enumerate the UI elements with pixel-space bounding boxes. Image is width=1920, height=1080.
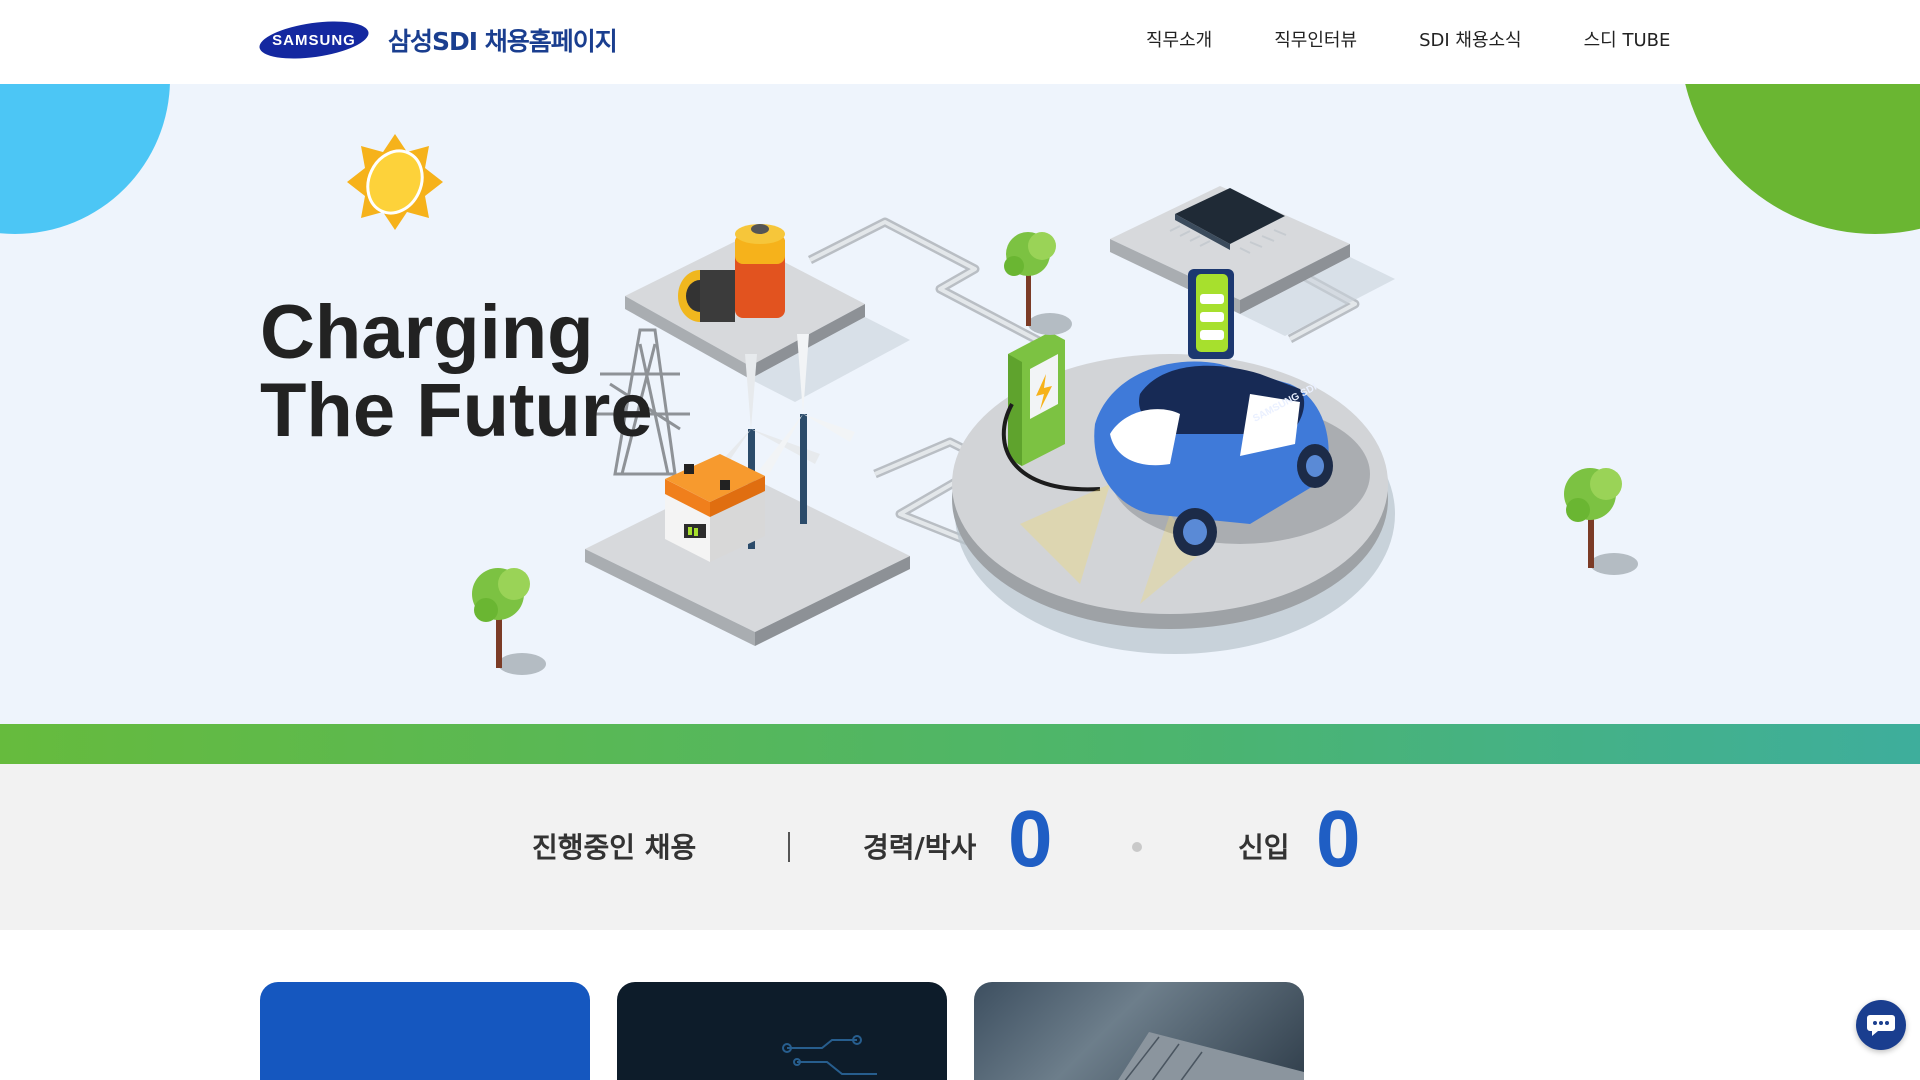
tree-icon-1 <box>1004 232 1072 335</box>
circuit-pattern-image <box>782 1035 877 1075</box>
recruit-status-bar: 진행중인 채용 경력/박사 0 신입 0 <box>0 764 1920 930</box>
site-title: 삼성SDI 채용홈페이지 <box>388 27 618 56</box>
sun-icon <box>347 134 443 230</box>
home-logo-link[interactable]: SAMSUNG 삼성SDI 채용홈페이지 <box>258 20 618 60</box>
career-recruit-count[interactable]: 0 <box>1008 794 1053 884</box>
hero-title: Charging The Future <box>260 294 653 450</box>
content-card-2[interactable] <box>617 982 947 1080</box>
chip-platform <box>1110 186 1395 336</box>
stats-dot-separator <box>1132 842 1142 852</box>
new-recruit-count[interactable]: 0 <box>1316 794 1361 884</box>
gradient-band <box>0 724 1920 764</box>
content-card-3[interactable] <box>974 982 1304 1080</box>
samsung-logo-text: SAMSUNG <box>272 32 356 49</box>
nav-item-sdi-tube[interactable]: 스디 TUBE <box>1584 26 1671 52</box>
samsung-logo: SAMSUNG <box>258 20 370 60</box>
chip-photo-image <box>1118 1032 1304 1080</box>
nav-item-recruit-news[interactable]: SDI 채용소식 <box>1419 26 1522 52</box>
nav-item-job-intro[interactable]: 직무소개 <box>1146 26 1212 52</box>
hero-title-line2: The Future <box>260 368 653 453</box>
hero-banner: SAMSUNG SDI Charging The Future <box>0 84 1920 724</box>
stats-divider <box>788 832 790 862</box>
chatbot-button[interactable] <box>1856 1000 1906 1050</box>
new-recruit-label[interactable]: 신입 <box>1238 826 1290 866</box>
main-nav: 직무소개 직무인터뷰 SDI 채용소식 스디 TUBE <box>1146 26 1670 52</box>
chat-bubble-icon <box>1867 1015 1895 1036</box>
ongoing-recruit-label: 진행중인 채용 <box>532 831 697 864</box>
tree-icon-3 <box>1564 468 1638 575</box>
site-header: SAMSUNG 삼성SDI 채용홈페이지 직무소개 직무인터뷰 SDI 채용소식… <box>0 0 1920 84</box>
career-recruit-label[interactable]: 경력/박사 <box>863 826 976 866</box>
content-card-1[interactable] <box>260 982 590 1080</box>
hero-title-line1: Charging <box>260 290 594 375</box>
tree-icon-2 <box>472 568 546 675</box>
nav-item-job-interview[interactable]: 직무인터뷰 <box>1274 26 1357 52</box>
